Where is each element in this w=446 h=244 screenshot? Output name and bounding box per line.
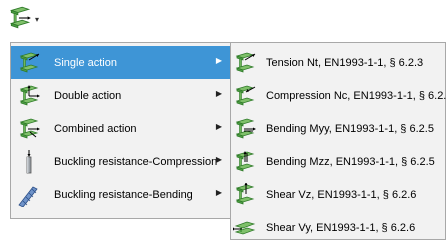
menu-item-label: Double action xyxy=(54,89,122,102)
buckling-compression-icon xyxy=(26,149,32,173)
submenu-item-bending-myy[interactable]: Bending Myy, EN1993-1-1, § 6.2.5 xyxy=(231,112,445,145)
submenu-item-label: Bending Myy, EN1993-1-1, § 6.2.5 xyxy=(266,122,434,135)
buckling-bending-icon xyxy=(18,185,38,207)
submenu-arrow-icon: ▶ xyxy=(215,89,222,98)
menu-item-label: Buckling resistance-Compression xyxy=(54,155,218,168)
single-action-icon xyxy=(17,51,40,75)
action-type-menu: Single action ▶ Double action ▶ Combined… xyxy=(10,42,231,219)
submenu-item-tension[interactable]: Tension Nt, EN1993-1-1, § 6.2.3 xyxy=(231,46,445,79)
submenu-arrow-icon: ▶ xyxy=(215,122,222,131)
submenu-arrow-icon: ▶ xyxy=(215,155,222,164)
submenu-arrow-icon: ▶ xyxy=(215,56,222,65)
submenu-arrow-icon: ▶ xyxy=(215,188,222,197)
menu-item-combined-action[interactable]: Combined action ▶ xyxy=(11,112,230,145)
menu-item-buckling-bending[interactable]: Buckling resistance-Bending ▶ xyxy=(11,178,230,211)
beam-section-icon xyxy=(7,5,31,31)
shear-vy-icon xyxy=(233,216,257,240)
tension-icon xyxy=(233,51,256,75)
submenu-item-shear-vy[interactable]: Shear Vy, EN1993-1-1, § 6.2.6 xyxy=(231,211,445,244)
shear-vz-icon xyxy=(233,182,257,207)
single-action-submenu: Tension Nt, EN1993-1-1, § 6.2.3 Compress… xyxy=(230,42,446,240)
submenu-item-label: Shear Vy, EN1993-1-1, § 6.2.6 xyxy=(266,221,416,234)
beam-check-toolbar-button[interactable]: ▾ xyxy=(7,4,43,32)
submenu-item-label: Shear Vz, EN1993-1-1, § 6.2.6 xyxy=(266,188,417,201)
double-action-icon xyxy=(17,84,40,108)
submenu-item-shear-vz[interactable]: Shear Vz, EN1993-1-1, § 6.2.6 xyxy=(231,178,445,211)
menu-item-buckling-compression[interactable]: Buckling resistance-Compression ▶ xyxy=(11,145,230,178)
menu-item-single-action[interactable]: Single action ▶ xyxy=(11,46,230,79)
dropdown-arrow-icon[interactable]: ▾ xyxy=(35,15,39,24)
combined-action-icon xyxy=(17,117,40,141)
compression-icon xyxy=(233,84,256,108)
submenu-item-label: Tension Nt, EN1993-1-1, § 6.2.3 xyxy=(266,56,424,69)
submenu-item-bending-mzz[interactable]: Bending Mzz, EN1993-1-1, § 6.2.5 xyxy=(231,145,445,178)
menu-item-label: Buckling resistance-Bending xyxy=(54,188,193,201)
menu-item-label: Single action xyxy=(54,56,117,69)
bending-myy-icon xyxy=(233,117,256,141)
submenu-item-label: Compression Nc, EN1993-1-1, § 6.2.4 xyxy=(266,89,446,102)
menu-item-label: Combined action xyxy=(54,122,137,135)
bending-mzz-icon xyxy=(233,150,257,174)
menu-item-double-action[interactable]: Double action ▶ xyxy=(11,79,230,112)
submenu-item-compression[interactable]: Compression Nc, EN1993-1-1, § 6.2.4 xyxy=(231,79,446,112)
submenu-item-label: Bending Mzz, EN1993-1-1, § 6.2.5 xyxy=(266,155,435,168)
